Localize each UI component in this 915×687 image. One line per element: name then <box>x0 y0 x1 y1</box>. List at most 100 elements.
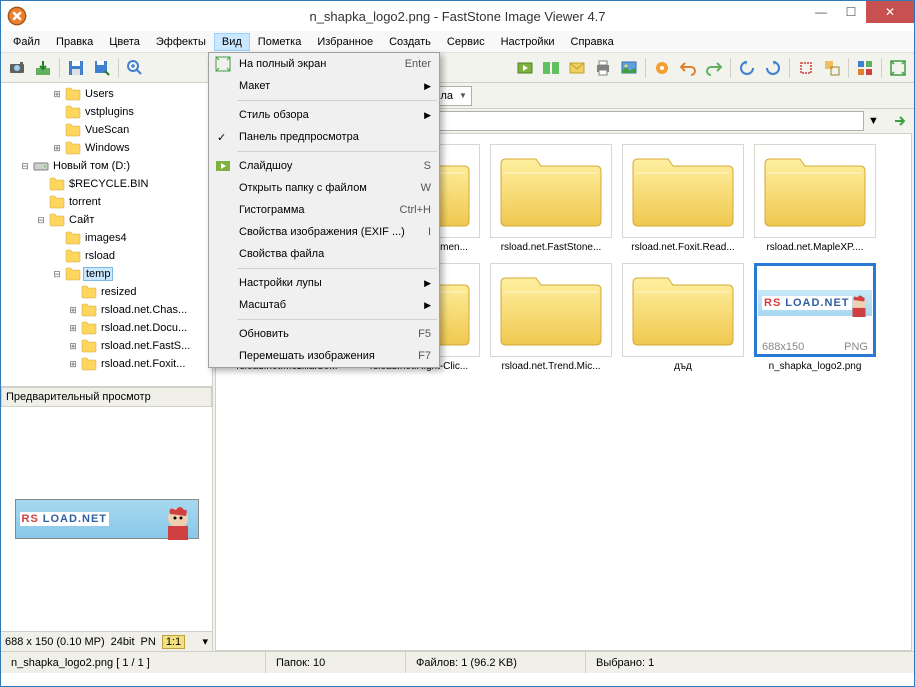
menu-item[interactable]: ✓Панель предпросмотра <box>209 126 439 148</box>
menu-item[interactable]: ГистограммаCtrl+H <box>209 199 439 221</box>
tree-node[interactable]: ⊞ rsload.net.Docu... <box>3 319 210 337</box>
close-button[interactable]: ✕ <box>866 1 914 23</box>
menu-файл[interactable]: Файл <box>5 33 48 51</box>
tree-node[interactable]: torrent <box>3 193 210 211</box>
menu-правка[interactable]: Правка <box>48 33 101 51</box>
path-history-dropdown[interactable]: ▼ <box>868 115 886 127</box>
download-icon[interactable] <box>31 56 55 80</box>
tree-label[interactable]: vstplugins <box>83 106 136 118</box>
wallpaper-icon[interactable] <box>617 56 641 80</box>
thumb-folder[interactable]: rsload.net.Trend.Mic... <box>490 263 612 372</box>
fullscreen-icon[interactable] <box>886 56 910 80</box>
email-icon[interactable] <box>565 56 589 80</box>
crop-icon[interactable] <box>794 56 818 80</box>
menu-эффекты[interactable]: Эффекты <box>148 33 214 51</box>
thumb-folder[interactable]: rsload.net.FastStone... <box>490 144 612 253</box>
slideshow-icon[interactable] <box>513 56 537 80</box>
tree-label[interactable]: rsload.net.Docu... <box>99 322 189 334</box>
tree-label[interactable]: VueScan <box>83 124 131 136</box>
tree-node[interactable]: ⊟ Сайт <box>3 211 210 229</box>
menu-item[interactable]: Настройки лупы▶ <box>209 272 439 294</box>
tree-expander-icon[interactable]: ⊟ <box>19 161 31 172</box>
tree-node[interactable]: ⊞ rsload.net.Foxit... <box>3 355 210 373</box>
tree-label[interactable]: rsload <box>83 250 117 262</box>
menu-вид[interactable]: Вид <box>214 33 250 51</box>
maximize-button[interactable]: ☐ <box>836 1 866 23</box>
tree-label[interactable]: Windows <box>83 142 132 154</box>
tree-node[interactable]: ⊞ rsload.net.FastS... <box>3 337 210 355</box>
settings-icon[interactable] <box>650 56 674 80</box>
menu-избранное[interactable]: Избранное <box>309 33 381 51</box>
thumb-folder[interactable]: rsload.net.Foxit.Read... <box>622 144 744 253</box>
compare-icon[interactable] <box>539 56 563 80</box>
thumb-folder[interactable]: rsload.net.MapleXP.... <box>754 144 876 253</box>
tree-node[interactable]: rsload <box>3 247 210 265</box>
print-icon[interactable] <box>591 56 615 80</box>
undo-icon[interactable] <box>676 56 700 80</box>
tree-label[interactable]: torrent <box>67 196 103 208</box>
menu-item[interactable]: Макет▶ <box>209 75 439 97</box>
tree-label[interactable]: rsload.net.FastS... <box>99 340 192 352</box>
menu-цвета[interactable]: Цвета <box>101 33 148 51</box>
menu-создать[interactable]: Создать <box>381 33 439 51</box>
menu-item[interactable]: Перемешать изображенияF7 <box>209 345 439 367</box>
zoom-in-icon[interactable] <box>123 56 147 80</box>
folder-tree[interactable]: ⊞ Users vstplugins VueScan ⊞ Windows ⊟ Новый то… <box>1 83 212 386</box>
tree-expander-icon[interactable]: ⊞ <box>67 323 79 334</box>
skin-icon[interactable] <box>853 56 877 80</box>
menu-item[interactable]: ОбновитьF5 <box>209 323 439 345</box>
tree-node[interactable]: ⊞ rsload.net.Chas... <box>3 301 210 319</box>
tree-label[interactable]: Users <box>83 88 116 100</box>
menu-item[interactable]: На полный экранEnter <box>209 53 439 75</box>
tree-expander-icon[interactable]: ⊟ <box>51 269 63 280</box>
menu-item-label: Масштаб <box>239 299 286 311</box>
resize-icon[interactable] <box>820 56 844 80</box>
tree-expander-icon[interactable]: ⊞ <box>51 143 63 154</box>
tree-label[interactable]: Новый том (D:) <box>51 160 132 172</box>
tree-label[interactable]: $RECYCLE.BIN <box>67 178 150 190</box>
tree-label[interactable]: temp <box>83 267 113 281</box>
tree-node[interactable]: ⊞ Windows <box>3 139 210 157</box>
minimize-button[interactable]: — <box>806 1 836 23</box>
menu-сервис[interactable]: Сервис <box>439 33 493 51</box>
preview-image-area[interactable]: RSLOAD.NET <box>1 407 212 631</box>
tree-node[interactable]: ⊟ Новый том (D:) <box>3 157 210 175</box>
menu-item[interactable]: Открыть папку с файломW <box>209 177 439 199</box>
rotate-left-icon[interactable] <box>735 56 759 80</box>
tree-node[interactable]: ⊞ Users <box>3 85 210 103</box>
thumb-image[interactable]: RSLOAD.NET688x150PNGn_shapka_logo2.png <box>754 263 876 372</box>
tree-label[interactable]: resized <box>99 286 138 298</box>
tree-expander-icon[interactable]: ⊞ <box>67 341 79 352</box>
preview-zoom[interactable]: 1:1 <box>162 635 185 649</box>
rotate-right-icon[interactable] <box>761 56 785 80</box>
tree-expander-icon[interactable]: ⊞ <box>51 89 63 100</box>
thumb-folder[interactable]: дъд <box>622 263 744 372</box>
tree-label[interactable]: rsload.net.Chas... <box>99 304 189 316</box>
menu-item[interactable]: Свойства изображения (EXIF ...)I <box>209 221 439 243</box>
tree-expander-icon[interactable]: ⊞ <box>67 359 79 370</box>
collapse-preview-icon[interactable]: ▾ <box>202 635 208 648</box>
menu-item[interactable]: СлайдшоуS <box>209 155 439 177</box>
save-as-icon[interactable] <box>90 56 114 80</box>
menu-item[interactable]: Стиль обзора▶ <box>209 104 439 126</box>
tree-label[interactable]: Сайт <box>67 214 96 226</box>
go-icon[interactable] <box>890 111 910 131</box>
tree-node[interactable]: $RECYCLE.BIN <box>3 175 210 193</box>
save-icon[interactable] <box>64 56 88 80</box>
tree-node[interactable]: ⊟ temp <box>3 265 210 283</box>
menu-item[interactable]: Свойства файла <box>209 243 439 265</box>
tree-expander-icon[interactable]: ⊟ <box>35 215 47 226</box>
menu-справка[interactable]: Справка <box>563 33 622 51</box>
acquire-icon[interactable] <box>5 56 29 80</box>
tree-node[interactable]: VueScan <box>3 121 210 139</box>
tree-node[interactable]: vstplugins <box>3 103 210 121</box>
tree-node[interactable]: images4 <box>3 229 210 247</box>
redo-icon[interactable] <box>702 56 726 80</box>
tree-label[interactable]: images4 <box>83 232 129 244</box>
tree-label[interactable]: rsload.net.Foxit... <box>99 358 187 370</box>
tree-expander-icon[interactable]: ⊞ <box>67 305 79 316</box>
tree-node[interactable]: resized <box>3 283 210 301</box>
menu-item[interactable]: Масштаб▶ <box>209 294 439 316</box>
menu-пометка[interactable]: Пометка <box>250 33 310 51</box>
menu-настройки[interactable]: Настройки <box>493 33 563 51</box>
